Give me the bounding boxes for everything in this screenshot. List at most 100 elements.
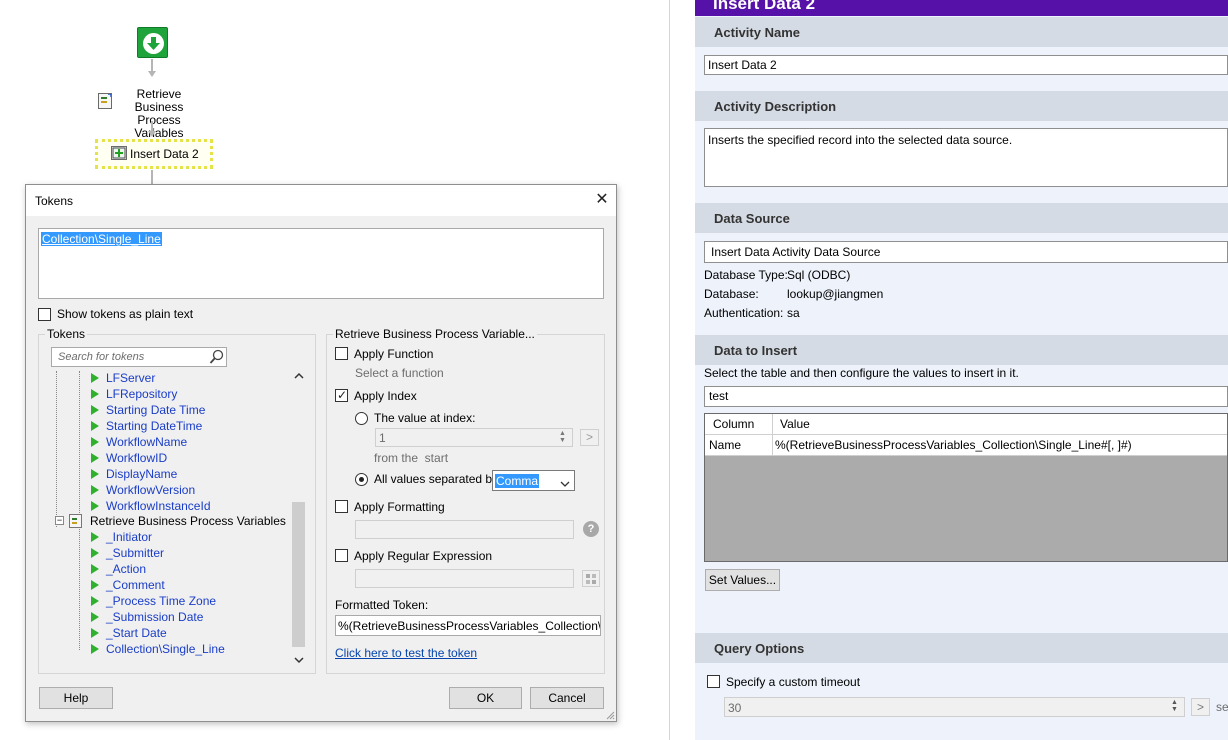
database-value: lookup@jiangmen [787,287,884,301]
spin-icon[interactable]: ▲ ▼ [1171,699,1178,713]
tree-item[interactable]: _Action [91,561,291,577]
tree-guide-line [79,529,80,650]
authentication-value: sa [787,306,800,320]
index-go-button[interactable]: > [580,429,599,446]
chevron-down-icon[interactable] [560,477,570,491]
token-expression-textbox[interactable]: Collection\Single_Line [38,228,604,299]
all-values-label: All values separated by: [374,472,502,486]
insert-data-2-node[interactable]: Insert Data 2 [95,139,213,169]
show-plain-text-label: Show tokens as plain text [57,307,194,321]
tree-item[interactable]: _Initiator [91,529,291,545]
authentication-label: Authentication: [704,306,784,320]
tree-item[interactable]: WorkflowInstanceId [91,498,291,514]
apply-index-checkbox[interactable] [335,388,348,402]
database-type-value: Sql (ODBC) [787,268,851,282]
section-query-options[interactable]: Query Options [695,633,1228,663]
retrieve-node-label: Retrieve Business Process Variables [134,87,184,140]
spin-icon[interactable]: ▲ ▼ [559,430,566,444]
regex-input[interactable] [355,569,574,588]
ok-button[interactable]: OK [449,687,522,709]
formatted-token-label: Formatted Token: [335,598,429,612]
tree-item-selected[interactable]: Collection\Single_Line [91,641,291,657]
token-icon [91,564,99,574]
tree-item[interactable]: WorkflowName [91,434,291,450]
table-select[interactable]: test [704,386,1228,407]
apply-function-checkbox[interactable] [335,347,348,360]
selected-token[interactable]: Collection\Single_Line [41,232,162,246]
apply-formatting-checkbox[interactable] [335,500,348,513]
help-icon[interactable]: ? [583,521,599,537]
grid-cell-column[interactable]: Name [705,435,773,456]
search-placeholder: Search for tokens [58,351,145,363]
token-icon [91,469,99,479]
token-search-input[interactable]: Search for tokens [51,347,227,367]
custom-timeout-checkbox[interactable] [707,675,720,688]
grid-cell-value[interactable]: %(RetrieveBusinessProcessVariables_Colle… [773,435,1227,456]
close-icon[interactable]: ✕ [592,190,612,210]
set-values-button[interactable]: Set Values... [705,569,780,591]
tree-item[interactable]: LFRepository [91,386,291,402]
connector-arrow-icon [148,71,156,77]
retrieve-business-process-variables-node[interactable]: Retrieve Business Process Variables [96,88,221,140]
value-at-index-radio[interactable] [355,412,368,425]
index-stepper[interactable]: 1 ▲ ▼ [375,428,573,447]
regex-builder-icon[interactable] [582,570,600,587]
tree-item[interactable]: _Submitter [91,545,291,561]
select-function-text[interactable]: Select a function [355,366,444,380]
tokens-group-label: Tokens [45,327,88,341]
tree-guide-line [79,371,80,527]
token-icon [91,501,99,511]
retrieve-variables-icon [98,93,112,109]
section-activity-name[interactable]: Activity Name [695,17,1228,47]
token-icon [91,453,99,463]
from-start-text: from the start [374,451,449,465]
test-token-link[interactable]: Click here to test the token [335,646,477,660]
formatting-input[interactable] [355,520,574,539]
tree-item[interactable]: LFServer [91,370,291,386]
tree-item[interactable]: _Submission Date [91,609,291,625]
cancel-button[interactable]: Cancel [530,687,604,709]
section-data-source[interactable]: Data Source [695,203,1228,233]
all-values-radio[interactable] [355,473,368,486]
help-button[interactable]: Help [39,687,113,709]
search-icon[interactable] [209,349,225,368]
tree-item[interactable]: WorkflowVersion [91,482,291,498]
tree-item[interactable]: _Start Date [91,625,291,641]
activity-description-input[interactable]: Inserts the specified record into the se… [704,128,1228,187]
activity-name-input[interactable]: Insert Data 2 [704,55,1228,75]
start-node[interactable] [137,27,168,58]
grid-header-column[interactable]: Column [705,414,773,435]
timeout-stepper[interactable]: 30 ▲ ▼ [724,697,1185,717]
tree-item[interactable]: Starting Date Time [91,402,291,418]
insert-values-grid[interactable]: Column Value Name %(RetrieveBusinessProc… [704,413,1228,562]
scrollbar-thumb[interactable] [292,502,305,647]
tree-parent-label[interactable]: Retrieve Business Process Variables [90,513,286,529]
apply-regex-checkbox[interactable] [335,549,348,562]
separator-select[interactable]: Comma [492,470,575,491]
data-source-select[interactable]: Insert Data Activity Data Source [704,241,1228,263]
insert-data-icon [111,146,127,160]
collapse-icon[interactable]: − [55,516,64,525]
tree-item[interactable]: _Comment [91,577,291,593]
timeout-go-button[interactable]: > [1191,698,1210,716]
section-data-to-insert[interactable]: Data to Insert [695,335,1228,365]
panel-splitter[interactable] [671,0,695,740]
apply-index-label: Apply Index [354,389,417,403]
dialog-titlebar[interactable]: Tokens ✕ [26,185,616,216]
grid-header-value[interactable]: Value [773,414,1227,435]
formatted-token-field[interactable]: %(RetrieveBusinessProcessVariables_Colle… [335,615,601,636]
chevron-down-icon[interactable] [294,653,304,667]
show-plain-text-checkbox[interactable] [38,308,51,321]
tree-item[interactable]: _Process Time Zone [91,593,291,609]
table-row[interactable]: Name %(RetrieveBusinessProcessVariables_… [705,435,1227,456]
section-activity-description[interactable]: Activity Description [695,91,1228,121]
activity-properties-panel: Insert Data 2 Activity Name Insert Data … [695,0,1228,740]
tree-item[interactable]: DisplayName [91,466,291,482]
token-tree-upper: LFServer LFRepository Starting Date Time… [91,370,291,514]
tree-item[interactable]: Starting DateTime [91,418,291,434]
resize-grip-icon[interactable] [605,709,615,723]
tree-scrollbar[interactable] [290,370,307,666]
chevron-up-icon[interactable] [294,372,304,383]
timeout-value: 30 [728,701,742,715]
tree-item[interactable]: WorkflowID [91,450,291,466]
